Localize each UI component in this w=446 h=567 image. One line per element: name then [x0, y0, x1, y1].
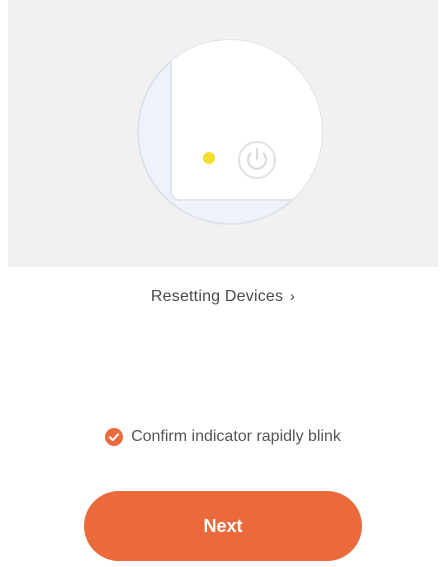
next-button[interactable]: Next	[84, 491, 362, 561]
confirm-indicator-checkbox[interactable]: Confirm indicator rapidly blink	[0, 428, 446, 446]
device-illustration	[137, 39, 323, 225]
resetting-devices-label: Resetting Devices	[150, 288, 284, 305]
confirm-indicator-label: Confirm indicator rapidly blink	[131, 428, 341, 445]
chevron-right-icon: ›	[289, 288, 296, 305]
device-corner-icon	[170, 40, 322, 201]
resetting-devices-link[interactable]: Resetting Devices ›	[0, 288, 446, 306]
indicator-light-icon	[203, 152, 215, 164]
device-illustration-panel	[8, 0, 438, 267]
check-circle-icon[interactable]	[105, 428, 124, 446]
